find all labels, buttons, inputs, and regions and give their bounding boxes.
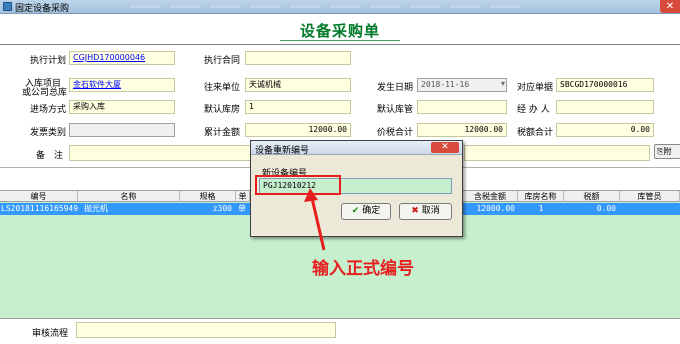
total-amount-label: 累计金额 <box>204 128 241 138</box>
col-header-amount[interactable]: 含税金额 <box>463 191 518 202</box>
dept-field[interactable]: 金石软件大厦 <box>69 78 175 92</box>
date-dropdown-icon[interactable]: ▾ <box>501 79 505 88</box>
page-title: 设备采购单 <box>299 22 380 40</box>
attach-button[interactable]: ⎘附 <box>654 144 680 159</box>
annotation-text: 输入正式编号 <box>312 259 414 279</box>
attach-label: 附 <box>663 147 672 156</box>
window-close-button[interactable]: ✕ <box>660 0 680 13</box>
method-label: 进场方式 <box>30 105 67 115</box>
app-icon <box>3 2 12 11</box>
workflow-field[interactable] <box>76 322 336 338</box>
date-field[interactable]: 2018-11-16 <box>417 78 507 92</box>
dept-label-line2: 或公司总库 <box>22 88 68 98</box>
divider <box>0 44 680 45</box>
cell-code: LS2018111616594904 <box>1 204 78 213</box>
method-field[interactable]: 采购入库 <box>69 100 175 114</box>
cell-spec: z300 <box>212 204 232 213</box>
arrow-icon <box>304 188 326 251</box>
window-title: 固定设备采购 <box>15 4 70 14</box>
plan-label: 执行计划 <box>30 56 67 66</box>
related-label: 对应单据 <box>517 83 554 93</box>
remark-field[interactable] <box>69 145 251 161</box>
default-keeper-label: 默认库管 <box>377 105 414 115</box>
check-icon: ✔ <box>351 206 360 216</box>
col-header-unit[interactable]: 单 <box>236 191 250 202</box>
handler-field[interactable] <box>556 100 654 114</box>
tax-total-label: 税额合计 <box>517 128 554 138</box>
workflow-label: 审核流程 <box>32 329 69 339</box>
col-header-keeper[interactable]: 库管员 <box>620 191 680 202</box>
cancel-button[interactable]: ✖ 取消 <box>399 203 452 220</box>
cell-warehouse: 1 <box>538 204 544 213</box>
title-underline <box>280 40 400 41</box>
partner-label: 往来单位 <box>204 83 241 93</box>
col-header-code[interactable]: 编号 <box>0 191 78 202</box>
cell-tax: 0.00 <box>596 204 616 213</box>
handler-label: 经 办 人 <box>517 105 550 115</box>
col-header-tax[interactable]: 税额 <box>564 191 620 202</box>
cell-amount: 12000.00 <box>476 204 515 213</box>
dialog-title: 设备重新编号 <box>255 146 310 156</box>
contract-label: 执行合同 <box>204 56 241 66</box>
ok-label: 确定 <box>362 206 381 216</box>
col-header-spec[interactable]: 规格 <box>180 191 236 202</box>
taxed-total-field: 12000.00 <box>417 123 507 137</box>
invoice-type-field[interactable] <box>69 123 175 137</box>
default-keeper-field[interactable] <box>417 100 507 114</box>
cell-unit: 单 <box>238 204 246 213</box>
blurred-menu <box>130 5 530 8</box>
cancel-label: 取消 <box>421 206 440 216</box>
remark-label: 备 注 <box>36 151 64 161</box>
default-warehouse-label: 默认库房 <box>204 105 241 115</box>
partner-field[interactable]: 天诚机械 <box>245 78 351 92</box>
dialog-close-button[interactable]: ✕ <box>431 142 459 153</box>
date-label: 发生日期 <box>377 83 414 93</box>
contract-field[interactable] <box>245 51 351 65</box>
x-icon: ✖ <box>411 206 419 216</box>
divider <box>0 318 680 319</box>
col-header-name[interactable]: 名称 <box>78 191 180 202</box>
invoice-type-label: 发票类别 <box>30 128 67 138</box>
cell-name: 抛光机 <box>84 204 108 213</box>
related-field[interactable]: SBCGD170000016 <box>556 78 654 92</box>
tax-total-field: 0.00 <box>556 123 654 137</box>
plan-field[interactable]: CGJHD170000046 <box>69 51 175 65</box>
col-header-warehouse[interactable]: 库房名称 <box>518 191 564 202</box>
taxed-total-label: 价税合计 <box>377 128 414 138</box>
default-warehouse-field[interactable]: 1 <box>245 100 351 114</box>
remark-field-right[interactable] <box>464 145 650 161</box>
total-amount-field: 12000.00 <box>245 123 351 137</box>
cell-keeper <box>620 203 680 215</box>
